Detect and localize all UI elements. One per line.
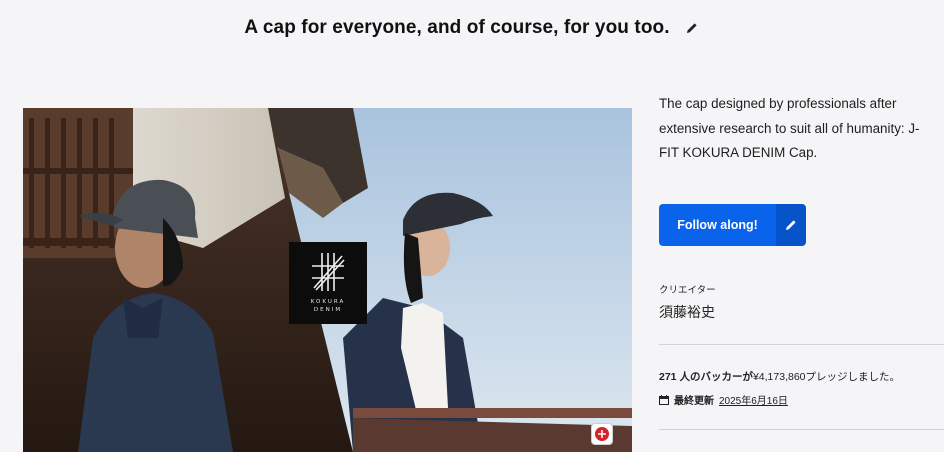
backers-text-pre: 人のバッカーが bbox=[676, 371, 753, 383]
play-badge-icon[interactable] bbox=[591, 423, 613, 445]
pencil-icon[interactable] bbox=[684, 20, 700, 36]
backers-count: 271 bbox=[659, 371, 677, 383]
follow-edit-button[interactable] bbox=[776, 204, 806, 246]
project-description: The cap designed by professionals after … bbox=[659, 96, 920, 160]
page-title: A cap for everyone, and of course, for y… bbox=[244, 17, 670, 38]
backers-amount: ¥4,173,860 bbox=[752, 371, 806, 383]
calendar-icon bbox=[659, 394, 669, 405]
creator-label: クリエイター bbox=[659, 285, 716, 296]
follow-button-group: Follow along! bbox=[659, 204, 806, 246]
backers-summary: 271 人のバッカーが¥4,173,860プレッジしました。 bbox=[659, 369, 900, 384]
logo-line-2: DENIM bbox=[313, 307, 343, 313]
creator-name[interactable]: 須藤裕史 bbox=[659, 302, 715, 322]
follow-button[interactable]: Follow along! bbox=[659, 204, 776, 246]
hero-image[interactable]: KOKURA DENIM bbox=[23, 108, 632, 452]
divider bbox=[659, 429, 944, 430]
project-sidebar: The cap designed by professionals after … bbox=[659, 92, 944, 430]
pencil-icon bbox=[786, 220, 796, 230]
last-updated: 最終更新 2025年6月16日 bbox=[659, 392, 788, 407]
title-row: A cap for everyone, and of course, for y… bbox=[0, 14, 944, 42]
kokura-denim-logo: KOKURA DENIM bbox=[289, 242, 367, 324]
logo-text: KOKURA DENIM bbox=[311, 298, 345, 314]
last-updated-label: 最終更新 bbox=[674, 396, 714, 407]
kokura-denim-logo-mark bbox=[312, 253, 345, 291]
backers-text-post: プレッジしました。 bbox=[805, 371, 901, 383]
project-page: A cap for everyone, and of course, for y… bbox=[0, 0, 944, 452]
divider bbox=[659, 344, 944, 345]
logo-line-1: KOKURA bbox=[310, 299, 346, 305]
last-updated-date[interactable]: 2025年6月16日 bbox=[719, 392, 788, 407]
